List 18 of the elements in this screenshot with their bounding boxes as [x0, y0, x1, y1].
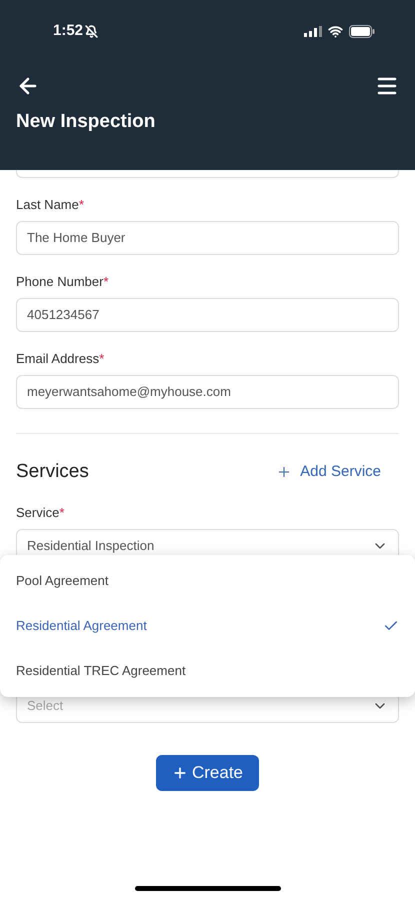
- input-field[interactable]: meyerwantsahome@myhouse.com: [16, 375, 399, 409]
- page-title: New Inspection: [15, 110, 156, 134]
- input-field[interactable]: 4051234567: [16, 298, 399, 332]
- field-label: Email Address*: [16, 351, 106, 367]
- plus-icon: [172, 764, 188, 780]
- field-label: Last Name*: [16, 197, 85, 213]
- field-label: Phone Number*: [16, 274, 110, 290]
- signal-icon: [304, 26, 322, 36]
- status-time: 1:52: [53, 20, 84, 41]
- create-button[interactable]: Create: [156, 754, 260, 790]
- wifi-icon: [328, 24, 343, 38]
- input-field[interactable]: The Home Buyer: [16, 221, 399, 255]
- dropdown-option[interactable]: Residential Agreement: [0, 604, 415, 648]
- section-heading: Services: [16, 460, 89, 484]
- bell-off-icon: [85, 24, 98, 38]
- field-label: Service*: [16, 504, 66, 520]
- battery-icon: [349, 24, 375, 38]
- add-service-button[interactable]: Add Service: [276, 461, 381, 484]
